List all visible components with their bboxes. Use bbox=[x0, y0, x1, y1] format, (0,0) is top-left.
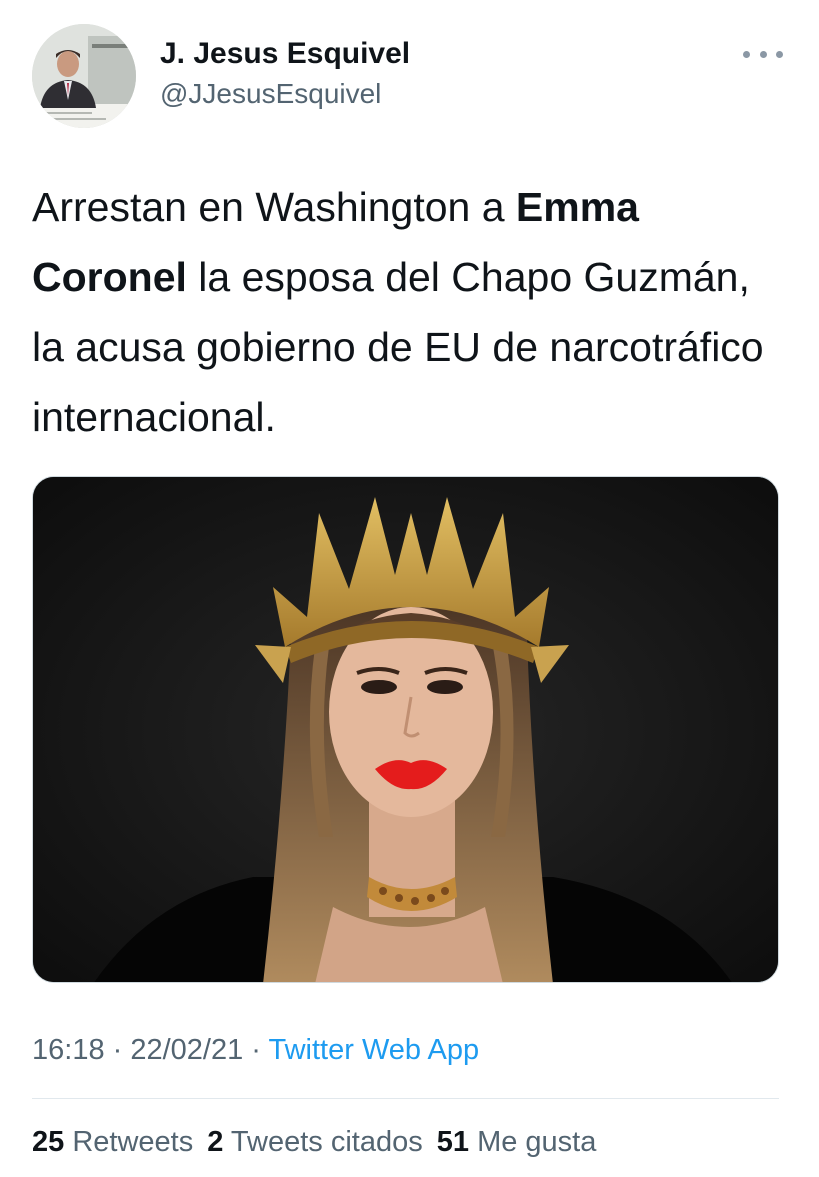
author-handle[interactable]: @JJesusEsquivel bbox=[160, 76, 410, 112]
more-dot bbox=[743, 50, 750, 58]
more-options-icon[interactable] bbox=[743, 42, 783, 66]
likes-label: Me gusta bbox=[477, 1126, 597, 1158]
meta-separator: · bbox=[104, 1034, 131, 1066]
likes-count: 51 bbox=[436, 1126, 469, 1158]
retweets-label: Retweets bbox=[72, 1126, 194, 1158]
quotes-count: 2 bbox=[207, 1126, 224, 1158]
tweet-media-photo[interactable] bbox=[32, 476, 779, 983]
tweet-time[interactable]: 16:18 bbox=[32, 1034, 105, 1066]
tweet-text: Arrestan en Washington a Emma Coronel la… bbox=[32, 172, 772, 452]
more-dot bbox=[776, 50, 783, 58]
tweet-source-link[interactable]: Twitter Web App bbox=[269, 1034, 480, 1066]
tweet-date[interactable]: 22/02/21 bbox=[130, 1034, 243, 1066]
tweet-stats: 25 Retweets 2 Tweets citados 51 Me gusta bbox=[32, 1122, 610, 1162]
retweets-stat[interactable]: 25 Retweets bbox=[32, 1126, 193, 1158]
meta-separator: · bbox=[243, 1034, 269, 1066]
author-avatar[interactable] bbox=[32, 24, 136, 128]
quotes-label: Tweets citados bbox=[230, 1126, 423, 1158]
divider bbox=[32, 1098, 779, 1099]
more-dot bbox=[759, 50, 767, 58]
tweet-meta: 16:18 · 22/02/21 · Twitter Web App bbox=[32, 1030, 479, 1070]
tweet-text-part: Arrestan en Washington a bbox=[32, 184, 516, 230]
author-display-name[interactable]: J. Jesus Esquivel bbox=[160, 34, 410, 74]
likes-stat[interactable]: 51 Me gusta bbox=[437, 1126, 597, 1158]
tweet-header: J. Jesus Esquivel @JJesusEsquivel bbox=[32, 24, 787, 134]
retweets-count: 25 bbox=[32, 1126, 65, 1158]
author-names: J. Jesus Esquivel @JJesusEsquivel bbox=[160, 34, 410, 112]
quotes-stat[interactable]: 2 Tweets citados bbox=[207, 1126, 423, 1158]
